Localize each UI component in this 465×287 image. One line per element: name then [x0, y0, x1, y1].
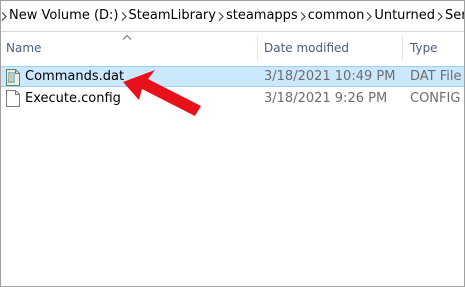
document-file-icon — [6, 90, 20, 107]
file-row-commands-dat[interactable]: Commands.dat 3/18/2021 10:49 PM DAT File — [1, 66, 464, 87]
file-date-modified: 3/18/2021 10:49 PM — [264, 69, 396, 84]
column-header-row: Name Date modified Type — [1, 32, 464, 62]
file-name[interactable]: Commands.dat — [25, 67, 124, 88]
column-header-type[interactable]: Type — [410, 32, 438, 62]
address-bar[interactable]: New Volume (D:) SteamLibrary steamapps c… — [1, 1, 464, 32]
file-type: DAT File — [410, 69, 462, 84]
file-date-modified: 3/18/2021 9:26 PM — [264, 91, 388, 106]
breadcrumb-item-unturned[interactable]: Unturned — [372, 1, 437, 31]
breadcrumb-item-server[interactable]: Ser — [443, 1, 464, 31]
breadcrumb-item-steamlibrary[interactable]: SteamLibrary — [127, 1, 218, 31]
column-header-date-modified[interactable]: Date modified — [264, 32, 349, 62]
file-name[interactable]: Execute.config — [25, 88, 121, 109]
column-divider[interactable] — [402, 36, 403, 61]
breadcrumb-item-steamapps[interactable]: steamapps — [224, 1, 300, 31]
column-divider[interactable] — [257, 36, 258, 61]
column-header-name[interactable]: Name — [6, 32, 41, 62]
breadcrumb-item-common[interactable]: common — [306, 1, 367, 31]
file-type: CONFIG Fi — [410, 91, 464, 106]
file-explorer-window: New Volume (D:) SteamLibrary steamapps c… — [0, 0, 465, 287]
file-row-execute-config[interactable]: Execute.config 3/18/2021 9:26 PM CONFIG … — [1, 88, 464, 109]
breadcrumb-item-new-volume[interactable]: New Volume (D:) — [7, 1, 121, 31]
dat-file-icon — [6, 69, 20, 86]
sort-ascending-icon — [122, 34, 132, 40]
